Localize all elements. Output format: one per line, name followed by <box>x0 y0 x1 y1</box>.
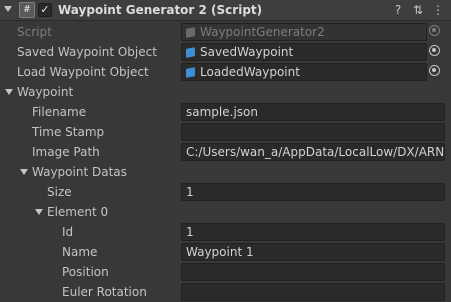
timestamp-label: Time Stamp <box>32 125 105 139</box>
filename-label: Filename <box>32 105 87 119</box>
name-row: Name Waypoint 1 <box>0 242 451 262</box>
element-0-label: Element 0 <box>47 205 109 219</box>
gameobject-icon <box>186 67 195 78</box>
script-field: WaypointGenerator2 <box>181 23 427 41</box>
waypoint-datas-label: Waypoint Datas <box>32 165 127 179</box>
script-label: Script <box>17 25 52 39</box>
load-waypoint-label: Load Waypoint Object <box>17 65 149 79</box>
script-row: Script WaypointGenerator2 <box>0 22 451 42</box>
chevron-down-icon[interactable] <box>20 169 28 175</box>
euler-rotation-row: Euler Rotation <box>0 282 451 302</box>
position-row: Position <box>0 262 451 282</box>
image-path-input[interactable]: C:/Users/wan_a/AppData/LocalLow/DX/ARNav <box>181 143 445 161</box>
chevron-down-icon[interactable] <box>35 209 43 215</box>
euler-rotation-input[interactable] <box>181 283 445 301</box>
name-input[interactable]: Waypoint 1 <box>181 243 445 261</box>
chevron-down-icon[interactable] <box>5 89 13 95</box>
script-icon: # <box>19 2 35 18</box>
waypoint-datas-foldout[interactable]: Waypoint Datas <box>0 162 451 182</box>
waypoint-foldout[interactable]: Waypoint <box>0 82 451 102</box>
script-value: WaypointGenerator2 <box>200 25 325 39</box>
component-header: # ✓ Waypoint Generator 2 (Script) ? ⇅ ⋮ <box>0 0 451 21</box>
element-0-foldout[interactable]: Element 0 <box>0 202 451 222</box>
image-path-label: Image Path <box>32 145 100 159</box>
timestamp-input[interactable] <box>181 123 445 141</box>
help-icon[interactable]: ? <box>391 2 405 18</box>
id-row: Id 1 <box>0 222 451 242</box>
script-asset-icon <box>186 27 195 38</box>
filename-row: Filename sample.json <box>0 102 451 122</box>
load-waypoint-field[interactable]: LoadedWaypoint <box>181 63 427 81</box>
id-label: Id <box>62 225 74 239</box>
id-input[interactable]: 1 <box>181 223 445 241</box>
object-picker-icon[interactable] <box>429 45 440 56</box>
filename-input[interactable]: sample.json <box>181 103 445 121</box>
presets-icon[interactable]: ⇅ <box>411 2 425 18</box>
saved-waypoint-label: Saved Waypoint Object <box>17 45 157 59</box>
name-label: Name <box>62 245 98 259</box>
saved-waypoint-field[interactable]: SavedWaypoint <box>181 43 427 61</box>
menu-icon[interactable]: ⋮ <box>431 2 445 18</box>
saved-waypoint-value: SavedWaypoint <box>200 45 294 59</box>
collapse-arrow-icon[interactable] <box>4 6 12 12</box>
script-picker-icon <box>429 25 440 36</box>
enabled-checkbox[interactable]: ✓ <box>38 3 52 17</box>
size-row: Size 1 <box>0 182 451 202</box>
image-path-row: Image Path C:/Users/wan_a/AppData/LocalL… <box>0 142 451 162</box>
timestamp-row: Time Stamp <box>0 122 451 142</box>
position-input[interactable] <box>181 263 445 281</box>
component-title: Waypoint Generator 2 (Script) <box>58 3 263 17</box>
size-input[interactable]: 1 <box>181 183 445 201</box>
saved-waypoint-row: Saved Waypoint Object SavedWaypoint <box>0 42 451 62</box>
load-waypoint-value: LoadedWaypoint <box>200 65 300 79</box>
load-waypoint-row: Load Waypoint Object LoadedWaypoint <box>0 62 451 82</box>
waypoint-label: Waypoint <box>17 85 74 99</box>
size-label: Size <box>47 185 72 199</box>
position-label: Position <box>62 265 109 279</box>
gameobject-icon <box>186 47 195 58</box>
euler-rotation-label: Euler Rotation <box>62 285 147 299</box>
object-picker-icon[interactable] <box>429 65 440 76</box>
